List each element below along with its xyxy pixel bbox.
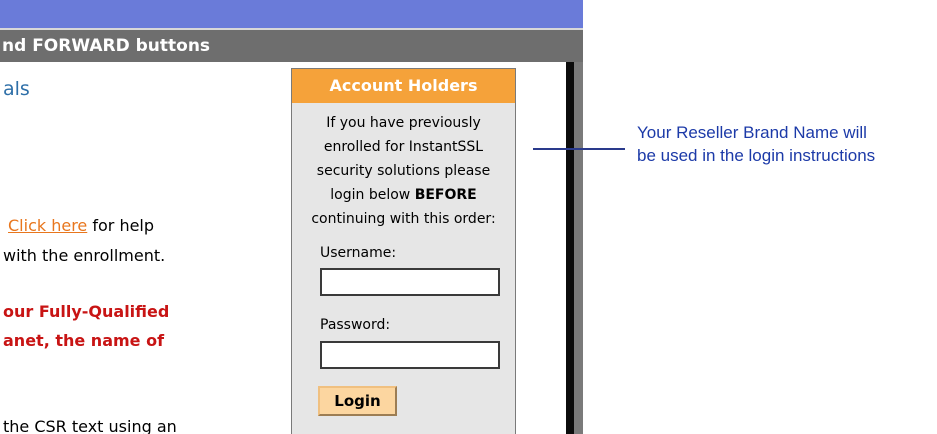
password-label: Password:: [320, 317, 391, 333]
instruction-line3: security solutions please: [316, 163, 491, 179]
instruction-red-line1: our Fully-Qualified: [3, 302, 170, 321]
csr-instruction-text: the CSR text using an: [3, 417, 177, 434]
section-title: nd FORWARD buttons: [2, 36, 211, 56]
instruction-line4: login below BEFORE: [296, 183, 511, 207]
page-subtitle: als: [3, 78, 30, 100]
account-holders-header: Account Holders: [292, 69, 515, 103]
callout-line1: Your Reseller Brand Name will: [637, 123, 867, 142]
instruction-red-line2: anet, the name of: [3, 331, 165, 350]
callout-annotation: Your Reseller Brand Name will be used in…: [637, 121, 937, 167]
instruction-line1: If you have previously: [326, 115, 481, 131]
account-holders-instructions: If you have previously enrolled for Inst…: [296, 111, 511, 231]
section-title-bar: nd FORWARD buttons: [0, 28, 583, 62]
help-text-line1: Click here for help: [8, 216, 154, 235]
username-label: Username:: [320, 245, 397, 261]
instruction-line5: continuing with this order:: [311, 211, 496, 227]
click-here-link[interactable]: Click here: [8, 216, 87, 235]
window-edge: [574, 62, 583, 434]
account-holders-box: Account Holders If you have previously e…: [291, 68, 516, 434]
instruction-line2: enrolled for InstantSSL: [323, 139, 484, 155]
password-input[interactable]: [320, 341, 500, 369]
callout-pointer-line: [533, 148, 625, 150]
browser-screen: nd FORWARD buttons als Click here for he…: [0, 0, 583, 434]
username-input[interactable]: [320, 268, 500, 296]
before-emphasis: BEFORE: [414, 187, 477, 203]
top-blue-bar: [0, 0, 583, 28]
login-button[interactable]: Login: [318, 386, 397, 416]
help-text-line2: with the enrollment.: [3, 246, 166, 265]
instruction-line4-prefix: login below: [330, 187, 415, 203]
help-text-suffix: for help: [87, 216, 155, 235]
callout-line2: be used in the login instructions: [637, 146, 876, 165]
